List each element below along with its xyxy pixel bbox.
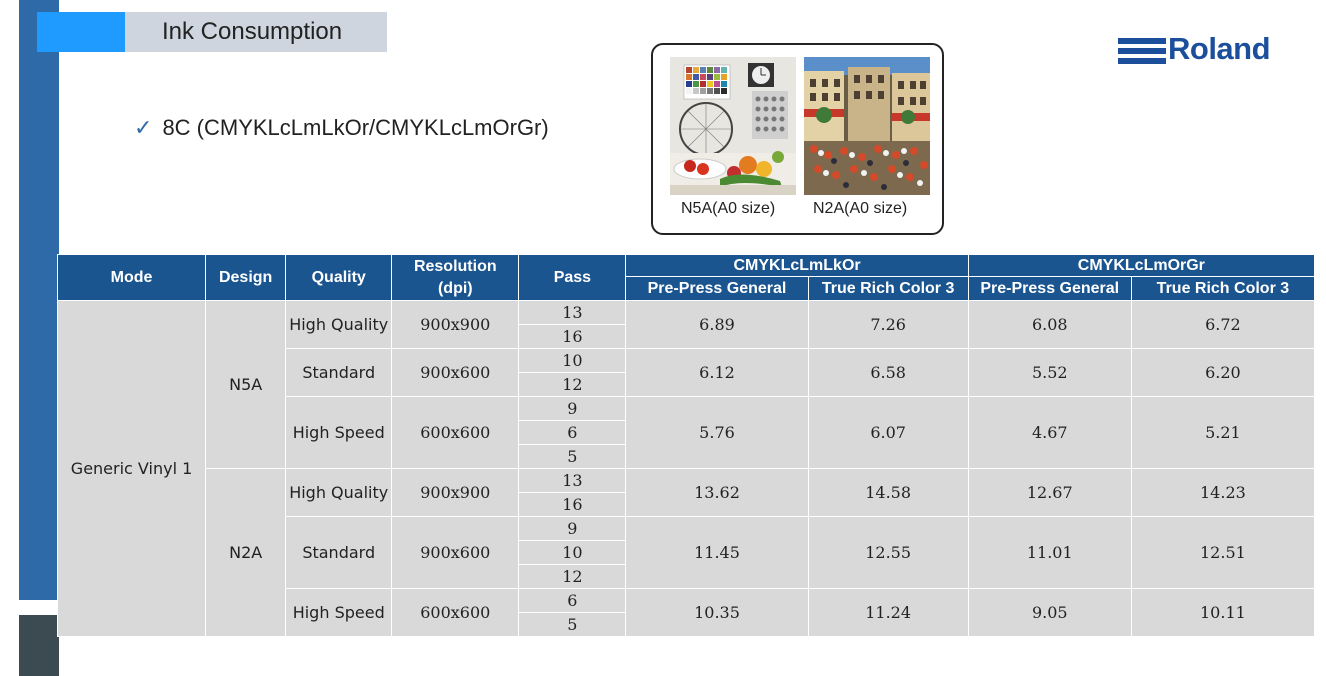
value-cell: 12.67 bbox=[967, 468, 1132, 517]
resolution-cell: 900x600 bbox=[391, 348, 520, 397]
pass-cell: 10 bbox=[518, 348, 627, 373]
sample-caption-n2a: N2A(A0 size) bbox=[813, 200, 908, 217]
title-accent bbox=[37, 12, 125, 52]
pass-cell: 5 bbox=[518, 612, 627, 637]
left-accent-gap bbox=[19, 600, 59, 615]
sample-caption-n5a: N5A(A0 size) bbox=[681, 200, 776, 217]
value-cell: 6.89 bbox=[625, 300, 809, 349]
resolution-cell: 900x600 bbox=[391, 516, 520, 589]
pass-cell: 6 bbox=[518, 588, 627, 613]
table-row: Generic Vinyl 1 N5A High Quality 900x900… bbox=[56, 300, 1316, 637]
header-mode: Mode bbox=[56, 254, 207, 301]
value-cell: 10.11 bbox=[1130, 588, 1316, 637]
pass-cell: 9 bbox=[518, 396, 627, 421]
mode-cell: Generic Vinyl 1 bbox=[56, 300, 207, 637]
page-title: Ink Consumption bbox=[162, 18, 343, 45]
roland-logo-text: Roland bbox=[1168, 31, 1271, 66]
pass-cell: 13 bbox=[518, 468, 627, 493]
design-cell-n2a: N2A bbox=[205, 468, 287, 637]
header-group-cmyklclmlkor: CMYKLcLmLkOr bbox=[625, 254, 969, 277]
value-cell: 14.58 bbox=[807, 468, 969, 517]
header-pass: Pass bbox=[518, 254, 627, 301]
design-cell-n5a: N5A bbox=[205, 300, 287, 469]
left-accent-bar bbox=[19, 0, 59, 600]
header-sub-3: Pre-Press General bbox=[967, 276, 1132, 301]
value-cell: 11.45 bbox=[625, 516, 809, 589]
value-cell: 4.67 bbox=[967, 396, 1132, 469]
test-chart-image bbox=[670, 57, 796, 195]
pass-cell: 10 bbox=[518, 540, 627, 565]
value-cell: 14.23 bbox=[1130, 468, 1316, 517]
value-cell: 11.24 bbox=[807, 588, 969, 637]
pass-cell: 9 bbox=[518, 516, 627, 541]
quality-cell: High Speed bbox=[285, 396, 393, 469]
street-scene-image bbox=[804, 57, 930, 195]
value-cell: 7.26 bbox=[807, 300, 969, 349]
value-cell: 12.55 bbox=[807, 516, 969, 589]
quality-cell: High Quality bbox=[285, 300, 393, 349]
pass-cell: 16 bbox=[518, 324, 627, 349]
value-cell: 9.05 bbox=[967, 588, 1132, 637]
value-cell: 6.58 bbox=[807, 348, 969, 397]
value-cell: 6.72 bbox=[1130, 300, 1316, 349]
header-sub-1: Pre-Press General bbox=[625, 276, 809, 301]
resolution-cell: 900x900 bbox=[391, 468, 520, 517]
quality-cell: Standard bbox=[285, 516, 393, 589]
header-resolution: Resolution (dpi) bbox=[391, 254, 520, 301]
pass-cell: 12 bbox=[518, 372, 627, 397]
value-cell: 6.07 bbox=[807, 396, 969, 469]
header-sub-2: True Rich Color 3 bbox=[807, 276, 969, 301]
quality-cell: Standard bbox=[285, 348, 393, 397]
roland-logo: Roland bbox=[1118, 31, 1288, 68]
roland-logo-icon bbox=[1118, 38, 1166, 64]
resolution-cell: 600x600 bbox=[391, 396, 520, 469]
checkmark-icon: ✓ bbox=[134, 115, 153, 140]
pass-cell: 6 bbox=[518, 420, 627, 445]
header-sub-4: True Rich Color 3 bbox=[1130, 276, 1316, 301]
value-cell: 6.20 bbox=[1130, 348, 1316, 397]
pass-cell: 13 bbox=[518, 300, 627, 325]
value-cell: 6.08 bbox=[967, 300, 1132, 349]
resolution-cell: 900x900 bbox=[391, 300, 520, 349]
value-cell: 10.35 bbox=[625, 588, 809, 637]
config-line: ✓ 8C (CMYKLcLmLkOr/CMYKLcLmOrGr) bbox=[134, 115, 549, 141]
pass-cell: 16 bbox=[518, 492, 627, 517]
ink-consumption-table: Mode Design Quality Resolution (dpi) Pas… bbox=[56, 254, 1316, 637]
value-cell: 6.12 bbox=[625, 348, 809, 397]
value-cell: 13.62 bbox=[625, 468, 809, 517]
sample-images-box: N5A(A0 size) N2A(A0 size) bbox=[651, 43, 944, 235]
header-group-cmyklclmorgr: CMYKLcLmOrGr bbox=[967, 254, 1316, 277]
config-text: 8C (CMYKLcLmLkOr/CMYKLcLmOrGr) bbox=[162, 115, 549, 140]
value-cell: 11.01 bbox=[967, 516, 1132, 589]
pass-cell: 12 bbox=[518, 564, 627, 589]
header-design: Design bbox=[205, 254, 287, 301]
left-accent-footer bbox=[19, 615, 59, 676]
quality-cell: High Quality bbox=[285, 468, 393, 517]
value-cell: 5.76 bbox=[625, 396, 809, 469]
header-quality: Quality bbox=[285, 254, 393, 301]
value-cell: 5.21 bbox=[1130, 396, 1316, 469]
pass-cell: 5 bbox=[518, 444, 627, 469]
value-cell: 12.51 bbox=[1130, 516, 1316, 589]
quality-cell: High Speed bbox=[285, 588, 393, 637]
value-cell: 5.52 bbox=[967, 348, 1132, 397]
table-row: N2A High Quality 900x900 13 13.62 14.58 … bbox=[58, 468, 1316, 637]
resolution-cell: 600x600 bbox=[391, 588, 520, 637]
